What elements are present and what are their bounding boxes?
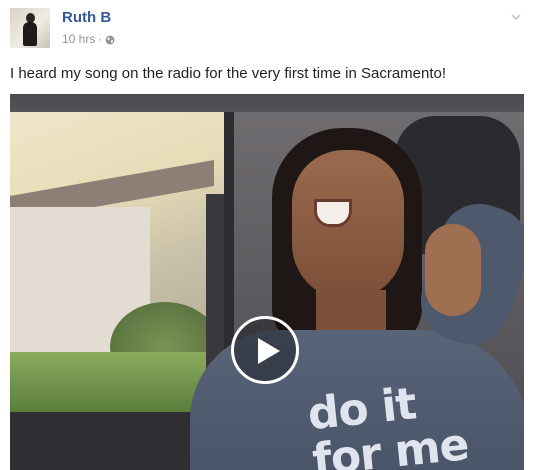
post-meta: 10 hrs · [62, 32, 115, 46]
hedge [10, 352, 214, 412]
play-button[interactable] [231, 316, 299, 384]
play-icon [258, 338, 280, 364]
sweater-print: do it for me [305, 378, 471, 470]
avatar[interactable] [10, 8, 50, 48]
author-name[interactable]: Ruth B [62, 9, 111, 26]
globe-icon[interactable] [105, 34, 115, 45]
car-window [10, 112, 234, 412]
post-timestamp[interactable]: 10 hrs [62, 32, 95, 46]
post-header: Ruth B 10 hrs · [10, 8, 524, 54]
meta-separator: · [98, 32, 103, 46]
chevron-down-icon[interactable] [510, 10, 522, 22]
person-face [292, 150, 404, 300]
person-mouth [314, 199, 352, 227]
post-text: I heard my song on the radio for the ver… [10, 65, 447, 82]
person-hand [425, 224, 481, 316]
avatar-figure-body [23, 22, 37, 46]
video-player[interactable]: do it for me [10, 94, 524, 470]
